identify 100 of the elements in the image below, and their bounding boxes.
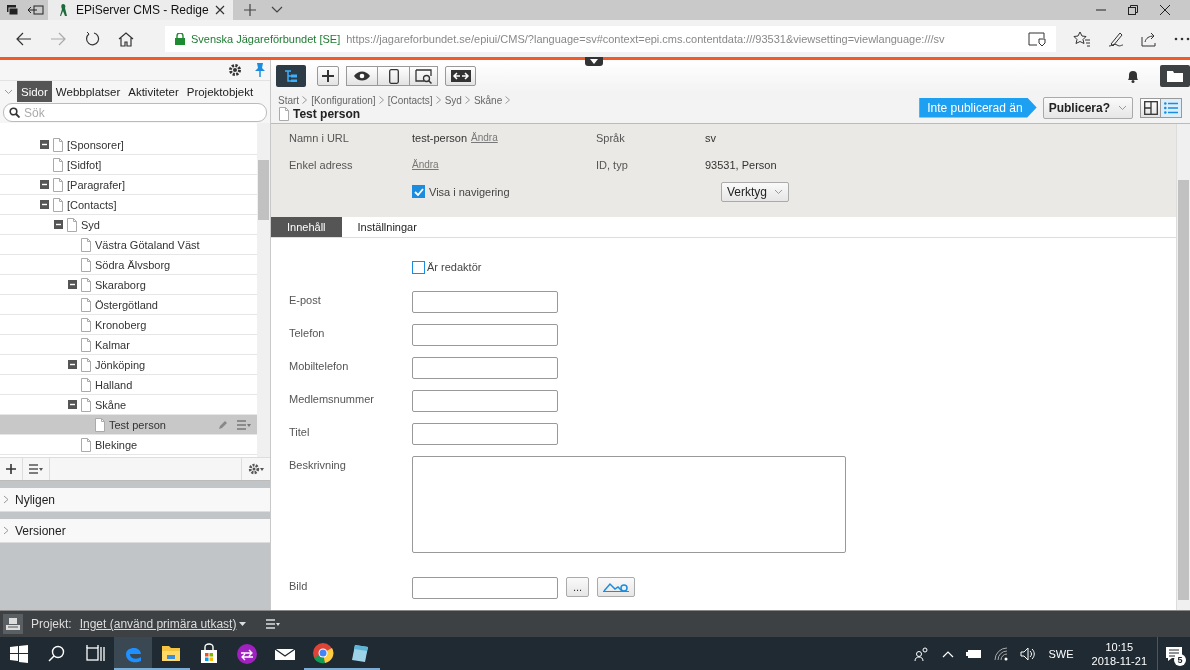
battery-icon[interactable] bbox=[966, 648, 983, 659]
breadcrumb-link[interactable]: Start bbox=[278, 94, 300, 106]
collapse-icon[interactable] bbox=[54, 220, 63, 229]
tree-item[interactable]: Syd bbox=[0, 215, 257, 235]
mobile-view-button[interactable] bbox=[378, 66, 410, 86]
clock[interactable]: 10:15 2018-11-21 bbox=[1091, 639, 1147, 668]
input-field[interactable] bbox=[412, 291, 558, 313]
change-link[interactable]: Ändra bbox=[471, 132, 498, 143]
tree-item[interactable]: Södra Älvsborg bbox=[0, 255, 257, 275]
back-icon[interactable] bbox=[16, 31, 32, 46]
page-icon bbox=[278, 106, 290, 121]
chevron-up-icon[interactable] bbox=[942, 649, 955, 658]
lock-icon bbox=[175, 32, 185, 45]
tree-item[interactable]: [Contacts] bbox=[0, 195, 257, 215]
settings-icon[interactable] bbox=[228, 63, 242, 77]
tab[interactable]: Webbplatser bbox=[51, 81, 125, 102]
zoom-view-button[interactable] bbox=[410, 66, 438, 86]
tab[interactable]: Aktiviteter bbox=[124, 81, 183, 102]
collapse-handle[interactable] bbox=[585, 57, 603, 66]
project-button[interactable] bbox=[3, 614, 23, 634]
tab[interactable]: Sidor bbox=[17, 81, 52, 102]
checkbox[interactable] bbox=[412, 260, 425, 274]
compare-button[interactable] bbox=[445, 66, 476, 86]
address-bar[interactable]: Svenska Jägareförbundet [SE] https://jagareforbundet.se/epiui/CMS/?language=sv#context=epi.cms.contentdata:///93531&viewsetting=viewlanguage:///sv bbox=[165, 25, 1056, 52]
collapse-icon[interactable] bbox=[68, 360, 77, 369]
chevron-down-icon[interactable] bbox=[4, 88, 13, 95]
image-icon bbox=[603, 582, 629, 592]
reading-view-icon[interactable] bbox=[1028, 30, 1046, 47]
close-icon[interactable] bbox=[214, 5, 225, 15]
breadcrumb-link[interactable]: Skåne bbox=[473, 94, 503, 106]
tab[interactable]: Innehåll bbox=[271, 217, 342, 237]
breadcrumb-link[interactable]: [Contacts] bbox=[387, 94, 433, 106]
check-icon bbox=[413, 187, 424, 196]
collapse-icon[interactable] bbox=[40, 200, 49, 209]
pdf-app-icon bbox=[236, 642, 258, 665]
browse-button[interactable]: ... bbox=[566, 577, 589, 597]
tree-item[interactable]: Östergötland bbox=[0, 295, 257, 315]
checkbox[interactable] bbox=[412, 185, 425, 198]
new-tab-icon[interactable] bbox=[242, 3, 257, 17]
tree-item[interactable]: Kronoberg bbox=[0, 315, 257, 335]
text-area[interactable] bbox=[412, 456, 846, 553]
gadget-header[interactable]: Versioner bbox=[0, 519, 270, 543]
input-field[interactable] bbox=[412, 390, 558, 412]
url-text: https://jagareforbundet.se/epiui/CMS/?language=sv#context=epi.cms.contentdata:///93531&viewsetting=viewlanguage:///sv bbox=[346, 32, 945, 45]
folder-button[interactable] bbox=[1160, 65, 1190, 87]
people-icon[interactable] bbox=[914, 645, 931, 662]
change-link[interactable]: Ändra bbox=[412, 159, 439, 170]
tree-item[interactable]: Kalmar bbox=[0, 335, 257, 355]
menu-icon[interactable] bbox=[266, 619, 281, 629]
tree-item[interactable]: [Sidfot] bbox=[0, 155, 257, 175]
more-icon[interactable] bbox=[1174, 36, 1190, 41]
project-dropdown[interactable]: Inget (använd primära utkast) bbox=[79, 617, 247, 631]
tree-item[interactable]: Halland bbox=[0, 375, 257, 395]
tree-item[interactable]: [Sponsorer] bbox=[0, 135, 257, 155]
chevron-right-icon bbox=[378, 96, 384, 104]
tab[interactable]: Projektobjekt bbox=[182, 81, 258, 102]
share-icon[interactable] bbox=[1141, 30, 1157, 47]
preview-button[interactable] bbox=[346, 66, 378, 86]
checkbox-label: Visa i navigering bbox=[429, 185, 510, 198]
input-field[interactable] bbox=[412, 577, 558, 599]
breadcrumb-link[interactable]: [Konfiguration] bbox=[311, 94, 376, 106]
tree-item[interactable]: Västra Götaland Väst bbox=[0, 235, 257, 255]
collapse-icon[interactable] bbox=[68, 280, 77, 289]
input-field[interactable] bbox=[412, 357, 558, 379]
tab[interactable]: Inställningar bbox=[341, 217, 433, 237]
tree-item[interactable]: Blekinge bbox=[0, 435, 257, 455]
tree-item[interactable]: Jönköping bbox=[0, 355, 257, 375]
tree-item[interactable]: [Paragrafer] bbox=[0, 175, 257, 195]
tree-toggle-button[interactable] bbox=[276, 65, 306, 87]
collapse-icon[interactable] bbox=[68, 400, 77, 409]
gadget-header[interactable]: Nyligen bbox=[0, 488, 270, 512]
language-indicator[interactable]: SWE bbox=[1048, 647, 1074, 660]
speaker-icon[interactable] bbox=[1020, 646, 1037, 661]
input-field[interactable] bbox=[412, 324, 558, 346]
search-field[interactable]: Sök bbox=[3, 103, 267, 122]
tree-item[interactable]: Skaraborg bbox=[0, 275, 257, 295]
browser-tab[interactable]: EPiServer CMS - Redige bbox=[48, 0, 233, 20]
pin-icon[interactable] bbox=[254, 63, 266, 77]
breadcrumb-link[interactable]: Syd bbox=[444, 94, 462, 106]
publish-button[interactable]: Publicera? bbox=[1042, 96, 1133, 119]
refresh-icon[interactable] bbox=[84, 30, 100, 47]
close-icon[interactable] bbox=[1160, 5, 1170, 15]
wifi-icon[interactable] bbox=[994, 646, 1009, 661]
home-icon[interactable] bbox=[118, 30, 134, 47]
image-button[interactable] bbox=[597, 577, 635, 597]
scrollbar[interactable] bbox=[257, 123, 270, 457]
checkbox-label: Är redaktör bbox=[427, 261, 482, 273]
chevron-down-icon[interactable] bbox=[270, 6, 283, 14]
maximize-icon[interactable] bbox=[1128, 5, 1138, 15]
layout-button[interactable] bbox=[1140, 97, 1161, 118]
bell-icon[interactable] bbox=[1126, 69, 1140, 83]
scrollbar[interactable] bbox=[1176, 124, 1190, 610]
pen-icon[interactable] bbox=[1108, 30, 1124, 47]
input-field[interactable] bbox=[412, 423, 558, 445]
favorites-icon[interactable] bbox=[1073, 30, 1091, 47]
browser-button[interactable] bbox=[114, 637, 152, 670]
tools-dropdown[interactable]: Verktyg bbox=[721, 181, 790, 202]
collapse-icon[interactable] bbox=[40, 140, 49, 149]
collapse-icon[interactable] bbox=[40, 180, 49, 189]
add-button[interactable] bbox=[317, 66, 339, 86]
